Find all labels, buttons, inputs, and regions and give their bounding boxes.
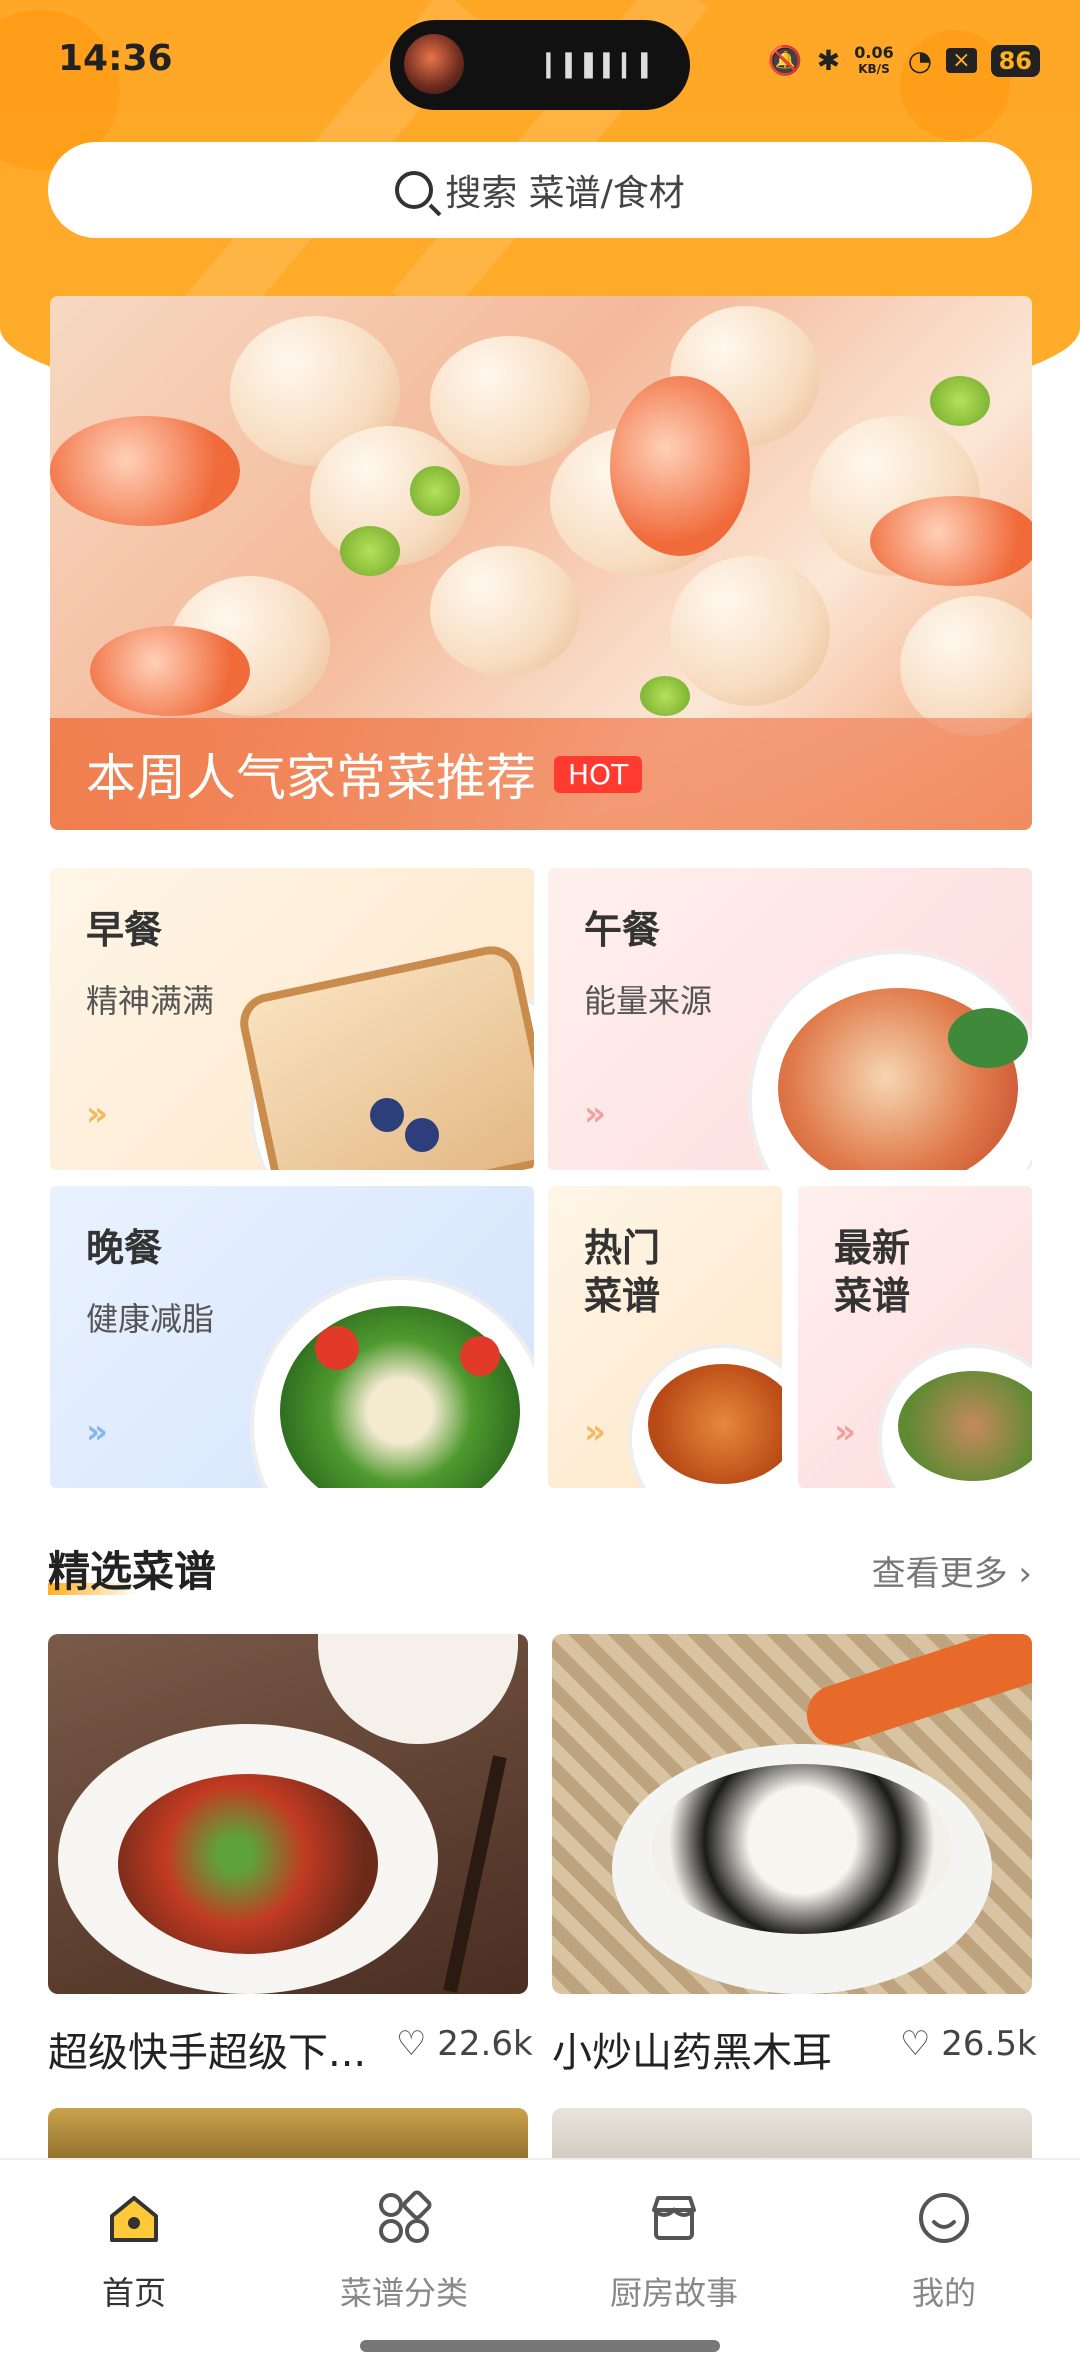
chevrons-icon: »	[86, 1094, 108, 1134]
category-hot-recipes[interactable]: 热门 菜谱 »	[548, 1186, 782, 1488]
category-new-recipes[interactable]: 最新 菜谱 »	[798, 1186, 1032, 1488]
music-thumbnail	[404, 34, 464, 94]
category-title: 热门 菜谱	[584, 1226, 661, 1318]
featured-title: 精选菜谱	[48, 1538, 216, 1599]
stir-fry-image	[118, 1774, 378, 1954]
dynamic-island[interactable]: ▎▍▌▍▎▍	[390, 20, 690, 110]
chevrons-icon: »	[86, 1412, 108, 1452]
category-title: 晚餐	[86, 1226, 163, 1270]
net-speed: 0.06 KB/S	[854, 42, 894, 76]
recipe-image[interactable]	[48, 1634, 528, 1994]
heart-icon: ♡	[396, 2024, 427, 2064]
tab-label: 首页	[101, 2274, 166, 2312]
view-more-link[interactable]: 查看更多 ›	[872, 1546, 1032, 1595]
banner-title: 本周人气家常菜推荐	[86, 749, 536, 807]
wifi-icon: ◔	[907, 44, 933, 77]
heart-icon: ♡	[900, 2024, 931, 2064]
category-icon	[379, 2190, 432, 2243]
recipe-name[interactable]: 超级快手超级下...	[48, 2020, 366, 2078]
search-input[interactable]: 搜索 菜谱/食材	[48, 142, 1032, 238]
home-indicator[interactable]	[360, 2340, 720, 2352]
banner[interactable]: 本周人气家常菜推荐 HOT	[50, 296, 1032, 830]
smile-icon	[919, 2193, 969, 2243]
hot-badge: HOT	[554, 755, 643, 793]
category-breakfast[interactable]: 早餐 精神满满 »	[50, 868, 534, 1170]
store-icon	[652, 2196, 696, 2240]
chevrons-icon: »	[584, 1094, 606, 1134]
audio-bars-icon: ▎▍▌▍▎▍	[546, 54, 660, 79]
status-bar: 14:36 ▎▍▌▍▎▍ 🔕 ✱ 0.06 KB/S ◔ × 86	[0, 0, 1080, 120]
status-time: 14:36	[58, 38, 173, 79]
chevrons-icon: »	[834, 1412, 856, 1452]
recipe-likes[interactable]: ♡ 26.5k	[900, 2024, 1037, 2064]
category-subtitle: 精神满满	[86, 982, 215, 1020]
home-icon	[110, 2196, 158, 2242]
tab-label: 厨房故事	[609, 2274, 738, 2312]
category-title: 早餐	[86, 908, 163, 952]
search-icon	[395, 171, 434, 209]
sim-icon: ×	[946, 48, 977, 73]
battery-icon: 86	[990, 44, 1040, 77]
chevrons-icon: »	[584, 1412, 606, 1452]
tab-label: 菜谱分类	[339, 2274, 468, 2312]
category-title: 最新 菜谱	[834, 1226, 911, 1318]
tab-kitchen-stories[interactable]: 厨房故事	[574, 2190, 774, 2314]
tab-home[interactable]: 首页	[34, 2190, 234, 2314]
tab-mine[interactable]: 我的	[844, 2190, 1044, 2314]
toast-image	[234, 940, 534, 1170]
category-subtitle: 能量来源	[584, 982, 713, 1020]
recipe-likes[interactable]: ♡ 22.6k	[396, 2024, 533, 2064]
search-placeholder: 搜索 菜谱/食材	[445, 173, 685, 214]
yam-fungus-image	[652, 1764, 952, 1934]
category-dinner[interactable]: 晚餐 健康减脂 »	[50, 1186, 534, 1488]
tab-label: 我的	[911, 2274, 976, 2312]
chevron-right-icon: ›	[1018, 1554, 1032, 1594]
blueberry-image	[370, 1098, 404, 1132]
category-title: 午餐	[584, 908, 661, 952]
tab-categories[interactable]: 菜谱分类	[304, 2190, 504, 2314]
bluetooth-icon: ✱	[816, 44, 841, 77]
mute-icon: 🔕	[767, 44, 803, 77]
recipe-name[interactable]: 小炒山药黑木耳	[552, 2020, 832, 2078]
category-subtitle: 健康减脂	[86, 1300, 215, 1338]
category-lunch[interactable]: 午餐 能量来源 »	[548, 868, 1032, 1170]
recipe-image[interactable]	[552, 1634, 1032, 1994]
